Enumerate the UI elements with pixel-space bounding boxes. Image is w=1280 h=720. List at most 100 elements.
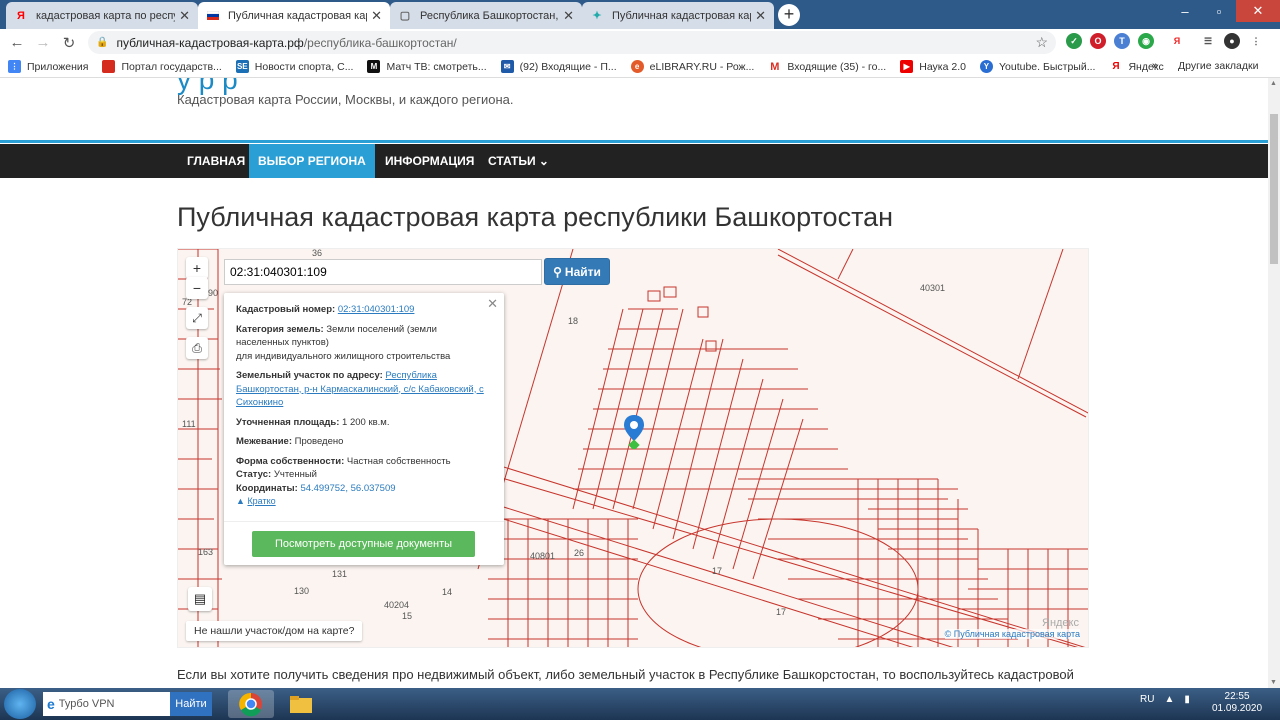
tab-title: Публичная кадастровая карта р bbox=[228, 9, 367, 22]
reload-icon[interactable]: ↻ bbox=[56, 34, 82, 52]
bookmarks-overflow-button[interactable]: » bbox=[1152, 60, 1158, 72]
bookmark-mail[interactable]: ✉ (92) Входящие - П... bbox=[500, 60, 617, 73]
language-indicator[interactable]: RU bbox=[1140, 694, 1154, 705]
gmail-icon: M bbox=[768, 60, 782, 73]
close-tab-icon[interactable]: ✕ bbox=[179, 8, 190, 24]
profile-avatar[interactable]: ● bbox=[1224, 33, 1240, 49]
youtube-channel-icon: Y bbox=[979, 60, 993, 73]
taskbar-search-box[interactable]: e Турбо VPN bbox=[43, 692, 170, 716]
popup-divider bbox=[224, 521, 504, 522]
bookmark-nauka[interactable]: ▶ Наука 2.0 bbox=[900, 60, 966, 73]
bookmark-sport[interactable]: SE Новости спорта, С... bbox=[235, 60, 354, 73]
cadastral-map[interactable]: 40301 18 40801 26 17 17 40204 14 15 131 … bbox=[177, 248, 1089, 648]
view-documents-button[interactable]: Посмотреть доступные документы bbox=[252, 531, 475, 557]
bookmark-gmail[interactable]: M Входящие (35) - го... bbox=[768, 60, 886, 73]
map-label: 14 bbox=[442, 587, 452, 597]
clock-date: 01.09.2020 bbox=[1212, 703, 1263, 714]
map-credit-link[interactable]: © Публичная кадастровая карта bbox=[944, 629, 1080, 639]
taskbar-search-button[interactable]: Найти bbox=[170, 692, 212, 716]
translate-icon[interactable]: T bbox=[1114, 33, 1130, 49]
bookmark-label: Матч ТВ: смотреть... bbox=[386, 60, 487, 73]
brief-toggle-link[interactable]: Кратко bbox=[247, 496, 275, 506]
ru-flag-icon bbox=[206, 9, 220, 23]
browser-tab-strip: Я кадастровая карта по республ ✕ Публичн… bbox=[0, 0, 1280, 29]
coords-value[interactable]: 54.499752, 56.037509 bbox=[300, 483, 395, 494]
bookmark-matchtv[interactable]: M Матч ТВ: смотреть... bbox=[367, 60, 487, 73]
print-icon[interactable]: ⎙ bbox=[186, 337, 208, 359]
cadastral-number-link[interactable]: 02:31:040301:109 bbox=[338, 304, 415, 315]
address-bar[interactable]: 🔒 публичная-кадастровая-карта.рф/республ… bbox=[88, 31, 1056, 54]
start-button[interactable] bbox=[4, 689, 36, 719]
new-tab-button[interactable]: + bbox=[778, 4, 800, 26]
search-button[interactable]: ⚲ Найти bbox=[544, 258, 610, 285]
menu-icon[interactable]: ⋮ bbox=[1248, 33, 1264, 49]
taskbar-explorer[interactable] bbox=[278, 690, 324, 718]
adblock-icon[interactable]: ✓ bbox=[1066, 33, 1082, 49]
yandex-icon: Я bbox=[1109, 60, 1123, 73]
cadastral-label: Кадастровый номер: bbox=[236, 304, 336, 315]
page-scrollbar[interactable]: ▲ ▼ bbox=[1268, 78, 1280, 688]
zoom-in-button[interactable]: + bbox=[186, 257, 208, 279]
scrollbar-thumb[interactable] bbox=[1270, 114, 1278, 264]
map-boundary-line bbox=[777, 254, 1087, 418]
bookmark-label: Входящие (35) - го... bbox=[787, 60, 887, 73]
browser-tab-1[interactable]: Я кадастровая карта по республ ✕ bbox=[6, 2, 198, 29]
page-title: Публичная кадастровая карта республики Б… bbox=[177, 202, 894, 232]
bookmarks-bar: ⋮ Приложения Портал государств... SE Новос… bbox=[0, 56, 1280, 78]
tray-arrow-icon[interactable]: ▲ bbox=[1164, 694, 1174, 705]
bookmarks-ext-icon[interactable]: ☰ bbox=[1200, 33, 1216, 49]
taskbar-chrome[interactable] bbox=[228, 690, 274, 718]
opera-icon[interactable]: O bbox=[1090, 33, 1106, 49]
bookmark-label: Портал государств... bbox=[121, 60, 222, 73]
minimize-icon[interactable]: – bbox=[1168, 0, 1202, 22]
close-tab-icon[interactable]: ✕ bbox=[563, 8, 574, 24]
main-navbar: ГЛАВНАЯ ВЫБОР РЕГИОНА ⌄ ИНФОРМАЦИЯ СТАТЬ… bbox=[0, 144, 1268, 202]
network-icon[interactable]: ▮ bbox=[1184, 694, 1190, 705]
browser-tab-2[interactable]: Публичная кадастровая карта р ✕ bbox=[198, 2, 390, 29]
zoom-out-button[interactable]: − bbox=[186, 277, 208, 299]
bookmark-label: Приложения bbox=[27, 60, 89, 73]
layers-icon[interactable]: ▤ bbox=[188, 587, 212, 611]
road-line bbox=[477, 458, 1086, 647]
survey-label: Межевание: bbox=[236, 436, 292, 447]
url-host: публичная-кадастровая-карта.рф bbox=[116, 35, 304, 50]
bookmark-label: Новости спорта, С... bbox=[254, 60, 354, 73]
map-label: 17 bbox=[712, 566, 722, 576]
taskbar-clock[interactable]: 22:55 01.09.2020 bbox=[1212, 691, 1262, 715]
forward-icon[interactable]: → bbox=[30, 34, 56, 51]
scroll-up-icon[interactable]: ▲ bbox=[1270, 80, 1277, 87]
window-controls: – ▫ ✕ bbox=[1168, 0, 1280, 22]
bookmark-gosuslugi[interactable]: Портал государств... bbox=[102, 60, 222, 73]
nav-articles[interactable]: СТАТЬИ ⌄ bbox=[479, 144, 558, 178]
map-parcel-grid bbox=[857, 479, 979, 647]
maximize-icon[interactable]: ▫ bbox=[1202, 0, 1236, 22]
not-found-link[interactable]: Не нашли участок/дом на карте? bbox=[186, 621, 363, 641]
cadastral-search-input[interactable] bbox=[224, 259, 542, 285]
windows-taskbar: e Турбо VPN Найти RU ▲ ▮ 22:55 01.09.2020 bbox=[0, 688, 1280, 720]
other-bookmarks[interactable]: Другие закладки bbox=[1178, 60, 1258, 72]
nav-region-select[interactable]: ВЫБОР РЕГИОНА ⌄ bbox=[249, 144, 375, 202]
apps-grid-icon: ⋮ bbox=[8, 60, 21, 73]
fullscreen-icon[interactable]: ⤢ bbox=[186, 307, 208, 329]
close-tab-icon[interactable]: ✕ bbox=[755, 8, 766, 24]
bookmark-apps[interactable]: ⋮ Приложения bbox=[8, 60, 88, 73]
taskbar-search-text: Турбо VPN bbox=[58, 698, 115, 710]
close-window-icon[interactable]: ✕ bbox=[1236, 0, 1280, 22]
extensions-area: ✓ O T ◉ Я ☰ ● ⋮ bbox=[1066, 33, 1264, 49]
close-tab-icon[interactable]: ✕ bbox=[371, 8, 382, 24]
close-icon[interactable]: ✕ bbox=[487, 297, 498, 311]
bookmark-star-icon[interactable]: ☆ bbox=[1035, 34, 1048, 51]
back-icon[interactable]: ← bbox=[4, 34, 30, 51]
browser-tab-3[interactable]: ▢ Республика Башкортостан, р-н ✕ bbox=[390, 2, 582, 29]
map-label: 90 bbox=[208, 288, 218, 298]
scroll-down-icon[interactable]: ▼ bbox=[1270, 679, 1277, 686]
map-label: 40801 bbox=[530, 551, 555, 561]
url-path: /республика-башкортостан/ bbox=[303, 35, 457, 50]
browser-tab-4[interactable]: ✦ Публичная кадастровая карта ✕ bbox=[582, 2, 774, 29]
bookmark-elibrary[interactable]: e eLIBRARY.RU - Рож... bbox=[630, 60, 754, 73]
nav-information[interactable]: ИНФОРМАЦИЯ bbox=[376, 144, 483, 178]
nav-home[interactable]: ГЛАВНАЯ bbox=[178, 144, 254, 178]
yandex-ext-icon[interactable]: Я bbox=[1162, 33, 1192, 49]
vpn-icon[interactable]: ◉ bbox=[1138, 33, 1154, 49]
bookmark-youtube[interactable]: Y Youtube. Быстрый... bbox=[979, 60, 1095, 73]
